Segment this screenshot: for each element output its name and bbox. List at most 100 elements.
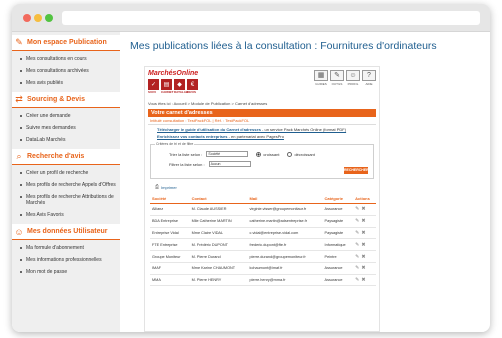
sidebar-item-label[interactable]: Mes consultations en cours bbox=[26, 56, 87, 62]
sidebar-item[interactable]: Suivre mes demandes bbox=[12, 122, 120, 134]
sidebar-item[interactable]: Créer une demande bbox=[12, 110, 120, 122]
sidebar-item-label[interactable]: Mes profils de recherche Appels d'Offres bbox=[26, 182, 116, 188]
table-row[interactable]: BDA Entreprise Mlle Catherine MARTIN cathe… bbox=[150, 215, 376, 228]
column-header[interactable]: Actions bbox=[353, 194, 376, 204]
bullet-icon bbox=[20, 196, 22, 198]
table-cell: Mlle Catherine MARTIN bbox=[189, 215, 248, 228]
address-bar[interactable] bbox=[62, 11, 480, 25]
user-icon: ☺ bbox=[14, 226, 24, 237]
help-button[interactable]: ? AIDE bbox=[362, 70, 376, 86]
sidebar-section-title[interactable]: Sourcing & Devis bbox=[27, 96, 85, 103]
sidebar-section-title[interactable]: Mes données Utilisateur bbox=[27, 228, 108, 235]
table-cell: pierre.durand@groupemoniteur.fr bbox=[247, 250, 323, 263]
profile-icon: ☺ bbox=[346, 70, 360, 81]
tab-datalab[interactable]: DATALAB bbox=[174, 90, 188, 94]
bullet-icon bbox=[20, 259, 22, 261]
column-header[interactable]: Société bbox=[150, 194, 190, 204]
table-cell: IMAF bbox=[150, 262, 190, 275]
tools-button[interactable]: ✎ OUTILS bbox=[330, 70, 344, 86]
sidebar-section-header[interactable]: ✎ Mon espace Publication bbox=[12, 35, 120, 50]
sidebar-item-label[interactable]: Mes informations professionnelles bbox=[26, 257, 102, 263]
sidebar-item-label[interactable]: Suivre mes demandes bbox=[26, 125, 76, 131]
print-link[interactable]: ⎙ Imprimer bbox=[145, 179, 379, 190]
bullet-icon bbox=[20, 247, 22, 249]
tab-devis[interactable]: DEVIS bbox=[187, 90, 200, 94]
table-cell: kchaumont@imaf.fr bbox=[247, 262, 323, 275]
sidebar-item[interactable]: Ma formule d'abonnement bbox=[12, 242, 120, 254]
sidebar-item[interactable]: Mon mot de passe bbox=[12, 266, 120, 278]
delete-icon[interactable]: ✖ bbox=[361, 206, 367, 212]
minimize-window-button[interactable] bbox=[34, 14, 42, 22]
sidebar-item[interactable]: Mes informations professionnelles bbox=[12, 254, 120, 266]
sidebar-item[interactable]: Mes consultations archivées bbox=[12, 65, 120, 77]
table-row[interactable]: IMAF Mme Karine CHAUMONT kchaumont@imaf.fr… bbox=[150, 262, 376, 275]
table-row[interactable]: MMA M. Pierre HENRY pierre.henry@mma.fr Ass… bbox=[150, 274, 376, 287]
delete-icon[interactable]: ✖ bbox=[361, 277, 367, 283]
section-divider bbox=[12, 164, 120, 165]
column-header[interactable]: Catégorie bbox=[322, 194, 354, 204]
guide-link[interactable]: Télécharger le guide d'utilisation du Ca… bbox=[145, 125, 379, 132]
delete-icon[interactable]: ✖ bbox=[361, 230, 367, 236]
close-window-button[interactable] bbox=[23, 14, 31, 22]
sidebar-section-header[interactable]: ☺ Mes données Utilisateur bbox=[12, 224, 120, 239]
bullet-icon bbox=[20, 172, 22, 174]
sidebar-section-title[interactable]: Mon espace Publication bbox=[27, 39, 107, 46]
maximize-window-button[interactable] bbox=[45, 14, 53, 22]
table-cell: Paysagiste bbox=[322, 227, 354, 240]
table-row[interactable]: Groupe Moniteur M. Pierre Durand pierre.du… bbox=[150, 250, 376, 263]
tab-suivi[interactable]: SUIVI bbox=[148, 90, 161, 94]
asc-radio[interactable] bbox=[256, 151, 262, 157]
table-cell: Informatique bbox=[322, 238, 354, 252]
column-header[interactable]: Contact bbox=[189, 194, 248, 204]
sidebar-item-label[interactable]: Mes consultations archivées bbox=[26, 68, 89, 74]
sidebar-item-label[interactable]: DataLab Marchés bbox=[26, 137, 65, 143]
suivi-icon[interactable]: ✓ bbox=[148, 79, 159, 90]
sidebar-item-label[interactable]: Mes profils de recherche Attributions de… bbox=[26, 194, 120, 206]
delete-icon[interactable]: ✖ bbox=[361, 218, 367, 224]
criteria-legend: Critères de tri et de filtre bbox=[155, 142, 195, 146]
sidebar-item[interactable]: Mes profils de recherche Appels d'Offres bbox=[12, 179, 120, 191]
table-cell: virginie.visser@groupemonitaur.fr bbox=[247, 203, 323, 216]
help-icon: ? bbox=[362, 70, 376, 81]
sidebar-item-label[interactable]: Créer un profil de recherche bbox=[26, 170, 88, 176]
datalab-icon[interactable]: ◆ bbox=[174, 79, 185, 90]
bullet-icon bbox=[20, 127, 22, 129]
sidebar-item[interactable]: DataLab Marchés bbox=[12, 134, 120, 146]
sidebar-item[interactable]: Mes consultations en cours bbox=[12, 53, 120, 65]
table-row[interactable]: Entreprise Vidal Mme Claire VIDAL c.vidal@… bbox=[150, 227, 376, 240]
search-button[interactable]: RECHERCHER bbox=[344, 167, 369, 174]
filter-select[interactable]: Aucun bbox=[208, 161, 251, 167]
sidebar-item-label[interactable]: Créer une demande bbox=[26, 113, 70, 119]
sort-select[interactable]: Société bbox=[206, 151, 249, 157]
sidebar: ✎ Mon espace Publication Mes consultations… bbox=[12, 32, 120, 332]
sidebar-item[interactable]: Créer un profil de recherche bbox=[12, 167, 120, 179]
sidebar-section-header[interactable]: ⌕ Recherche d'avis bbox=[12, 149, 120, 164]
carnet-icon[interactable]: ▤ bbox=[161, 79, 172, 90]
sidebar-item-label[interactable]: Mes Avis Favoris bbox=[26, 212, 64, 218]
tab-carnet[interactable]: CARNET bbox=[161, 90, 174, 94]
sidebar-section-title[interactable]: Recherche d'avis bbox=[27, 153, 84, 160]
sidebar-section-header[interactable]: ⇄ Sourcing & Devis bbox=[12, 92, 120, 107]
main-content: Mes publications liées à la consultation… bbox=[130, 32, 490, 332]
desc-radio[interactable] bbox=[287, 151, 293, 157]
enrich-link[interactable]: Enrichissez vos contacts entreprises - e… bbox=[145, 132, 379, 139]
profile-button[interactable]: ☺ PROFIL bbox=[346, 70, 360, 86]
section-title: Votre carnet d'adresses bbox=[148, 109, 376, 117]
delete-icon[interactable]: ✖ bbox=[361, 242, 367, 248]
column-header[interactable]: Mail bbox=[247, 194, 323, 204]
sidebar-item-label[interactable]: Ma formule d'abonnement bbox=[26, 245, 84, 251]
row-actions: ✎✖ bbox=[353, 227, 376, 240]
delete-icon[interactable]: ✖ bbox=[361, 254, 367, 260]
row-actions: ✎✖ bbox=[353, 215, 376, 228]
sidebar-item-label[interactable]: Mon mot de passe bbox=[26, 269, 67, 275]
devis-icon[interactable]: € bbox=[187, 79, 198, 90]
guides-button[interactable]: ▦ GUIDES bbox=[314, 70, 328, 86]
sidebar-item[interactable]: Mes avis publiés bbox=[12, 77, 120, 89]
sidebar-item[interactable]: Mes Avis Favoris bbox=[12, 209, 120, 221]
sidebar-item-label[interactable]: Mes avis publiés bbox=[26, 80, 63, 86]
table-cell: Assurance bbox=[322, 274, 354, 287]
table-row[interactable]: Allianz M. Claude AUSSIER virginie.visser@… bbox=[150, 203, 376, 216]
table-row[interactable]: FTE Entreprise M. Frédéric DUPONT frederic… bbox=[150, 238, 376, 252]
sidebar-item[interactable]: Mes profils de recherche Attributions de… bbox=[12, 191, 120, 209]
delete-icon[interactable]: ✖ bbox=[361, 265, 367, 271]
